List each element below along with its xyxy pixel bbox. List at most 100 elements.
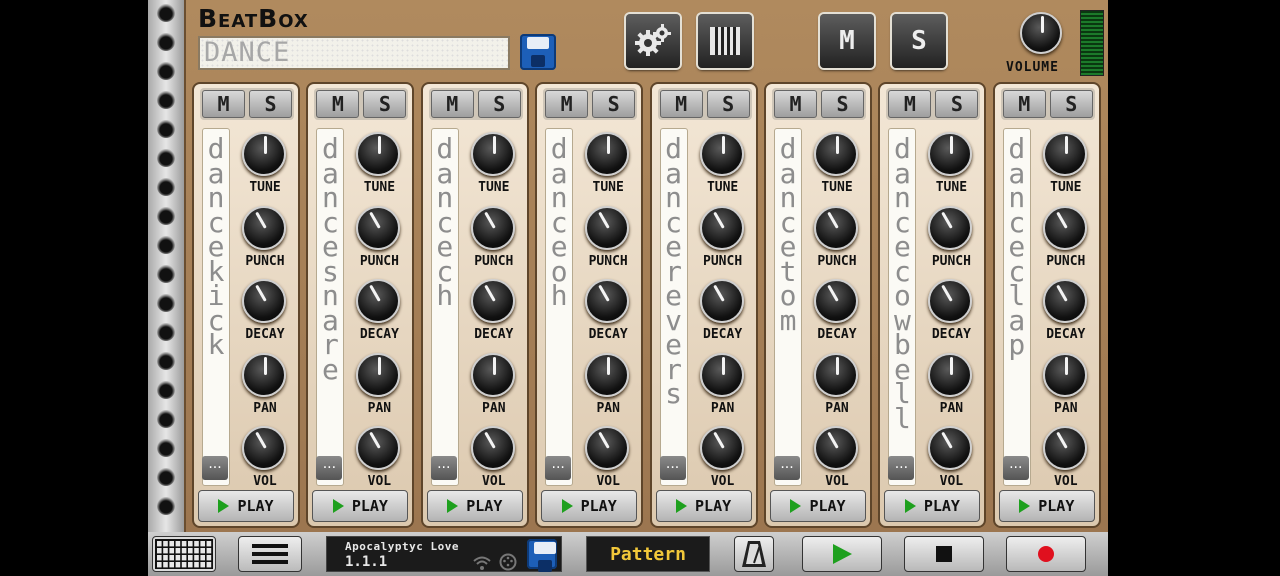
sample-browse-button[interactable]: ... (316, 456, 343, 480)
vol-knob[interactable] (585, 426, 630, 470)
sample-browse-button[interactable]: ... (430, 456, 457, 480)
decay-knob[interactable] (699, 279, 744, 323)
sample-name-display[interactable]: danceoh (545, 128, 574, 486)
channel-solo-button[interactable]: S (1049, 90, 1093, 118)
decay-knob[interactable] (470, 279, 515, 323)
channel-header: M S (200, 88, 294, 120)
vol-knob[interactable] (1042, 426, 1087, 470)
sample-name-display[interactable]: dancekick (202, 128, 230, 486)
vol-knob[interactable] (814, 426, 858, 470)
global-mute-button[interactable]: M (820, 14, 874, 68)
vol-knob[interactable] (928, 426, 973, 470)
channel-play-button[interactable]: PLAY (770, 490, 866, 522)
sample-browse-button[interactable]: ... (202, 456, 228, 480)
pan-knob[interactable] (928, 352, 973, 397)
channel-play-button[interactable]: PLAY (426, 490, 523, 522)
channel-play-button[interactable]: PLAY (884, 490, 981, 522)
pan-knob[interactable] (814, 352, 858, 397)
vol-knob[interactable] (699, 426, 744, 470)
vol-knob[interactable] (470, 426, 515, 470)
sample-name-display[interactable]: dancesnare (316, 128, 345, 486)
tune-knob[interactable] (470, 132, 515, 176)
grid-view-button[interactable] (152, 536, 216, 572)
decay-knob[interactable] (928, 279, 973, 323)
channel-mute-button[interactable]: M (888, 90, 932, 118)
vol-knob[interactable] (356, 426, 401, 470)
tune-knob[interactable] (242, 132, 286, 176)
punch-label: PUNCH (474, 253, 514, 269)
channel-mute-button[interactable]: M (202, 90, 245, 118)
master-volume-knob[interactable] (1020, 12, 1062, 54)
channel-solo-button[interactable]: S (249, 90, 292, 118)
punch-knob[interactable] (699, 205, 744, 250)
channel-play-button[interactable]: PLAY (198, 490, 294, 522)
sample-browse-button[interactable]: ... (659, 456, 686, 480)
tune-knob[interactable] (1042, 132, 1087, 176)
channel-solo-button[interactable]: S (821, 90, 864, 118)
sample-browse-button[interactable]: ... (888, 456, 915, 480)
punch-knob[interactable] (356, 205, 401, 250)
sample-browse-button[interactable]: ... (774, 456, 800, 480)
save-kit-floppy-icon[interactable] (520, 34, 556, 70)
pan-knob[interactable] (699, 352, 744, 397)
channel-solo-button[interactable]: S (935, 90, 979, 118)
transport-record-button[interactable] (1006, 536, 1086, 572)
channel-play-button[interactable]: PLAY (312, 490, 409, 522)
decay-knob[interactable] (356, 279, 401, 323)
transport-play-button[interactable] (802, 536, 882, 572)
kit-name-display[interactable]: DANCE (198, 36, 510, 70)
channel-mute-button[interactable]: M (1002, 90, 1046, 118)
punch-knob[interactable] (814, 205, 858, 250)
channel-solo-button[interactable]: S (477, 90, 521, 118)
settings-button[interactable] (626, 14, 680, 68)
tune-knob[interactable] (928, 132, 973, 176)
channel-solo-button[interactable]: S (592, 90, 636, 118)
decay-knob[interactable] (585, 279, 630, 323)
channel-mute-button[interactable]: M (774, 90, 817, 118)
sample-name-display[interactable]: dancerevers (659, 128, 688, 486)
song-display[interactable]: Apocalyptyc Love 1.1.1 (326, 536, 562, 572)
decay-knob[interactable] (1042, 279, 1087, 323)
tune-knob[interactable] (699, 132, 744, 176)
global-solo-button[interactable]: S (892, 14, 946, 68)
punch-knob[interactable] (928, 205, 973, 250)
tune-label: TUNE (935, 180, 968, 195)
tune-knob[interactable] (814, 132, 858, 176)
menu-button[interactable] (238, 536, 302, 572)
channel-play-button[interactable]: PLAY (998, 490, 1095, 522)
punch-knob[interactable] (470, 205, 515, 250)
decay-label: DECAY (931, 327, 971, 342)
channel-solo-button[interactable]: S (363, 90, 407, 118)
channel-mute-button[interactable]: M (545, 90, 589, 118)
pan-knob[interactable] (470, 352, 515, 397)
channel-play-button[interactable]: PLAY (541, 490, 638, 522)
tune-knob[interactable] (356, 132, 401, 176)
channel-mute-button[interactable]: M (430, 90, 474, 118)
save-song-floppy-icon[interactable] (527, 539, 557, 572)
metronome-button[interactable] (734, 536, 774, 572)
pan-knob[interactable] (356, 352, 401, 397)
sample-name-display[interactable]: danceclap (1002, 128, 1031, 486)
sample-browse-button[interactable]: ... (545, 456, 572, 480)
keyboard-button[interactable] (698, 14, 752, 68)
pan-knob[interactable] (585, 352, 630, 397)
vol-knob[interactable] (242, 426, 286, 470)
sample-name-display[interactable]: dancecowbell (888, 128, 917, 486)
sample-name-display[interactable]: dancetom (774, 128, 802, 486)
sample-browse-button[interactable]: ... (1002, 456, 1029, 480)
punch-knob[interactable] (585, 205, 630, 250)
pattern-button[interactable]: Pattern (586, 536, 710, 572)
decay-knob[interactable] (242, 279, 286, 323)
channel-play-button[interactable]: PLAY (655, 490, 752, 522)
pan-knob[interactable] (242, 352, 286, 397)
channel-solo-button[interactable]: S (706, 90, 750, 118)
punch-knob[interactable] (242, 205, 286, 250)
sample-name-display[interactable]: dancech (430, 128, 459, 486)
punch-knob[interactable] (1042, 205, 1087, 250)
pan-knob[interactable] (1042, 352, 1087, 397)
tune-knob[interactable] (585, 132, 630, 176)
channel-mute-button[interactable]: M (316, 90, 360, 118)
channel-mute-button[interactable]: M (659, 90, 703, 118)
decay-knob[interactable] (814, 279, 858, 323)
transport-stop-button[interactable] (904, 536, 984, 572)
